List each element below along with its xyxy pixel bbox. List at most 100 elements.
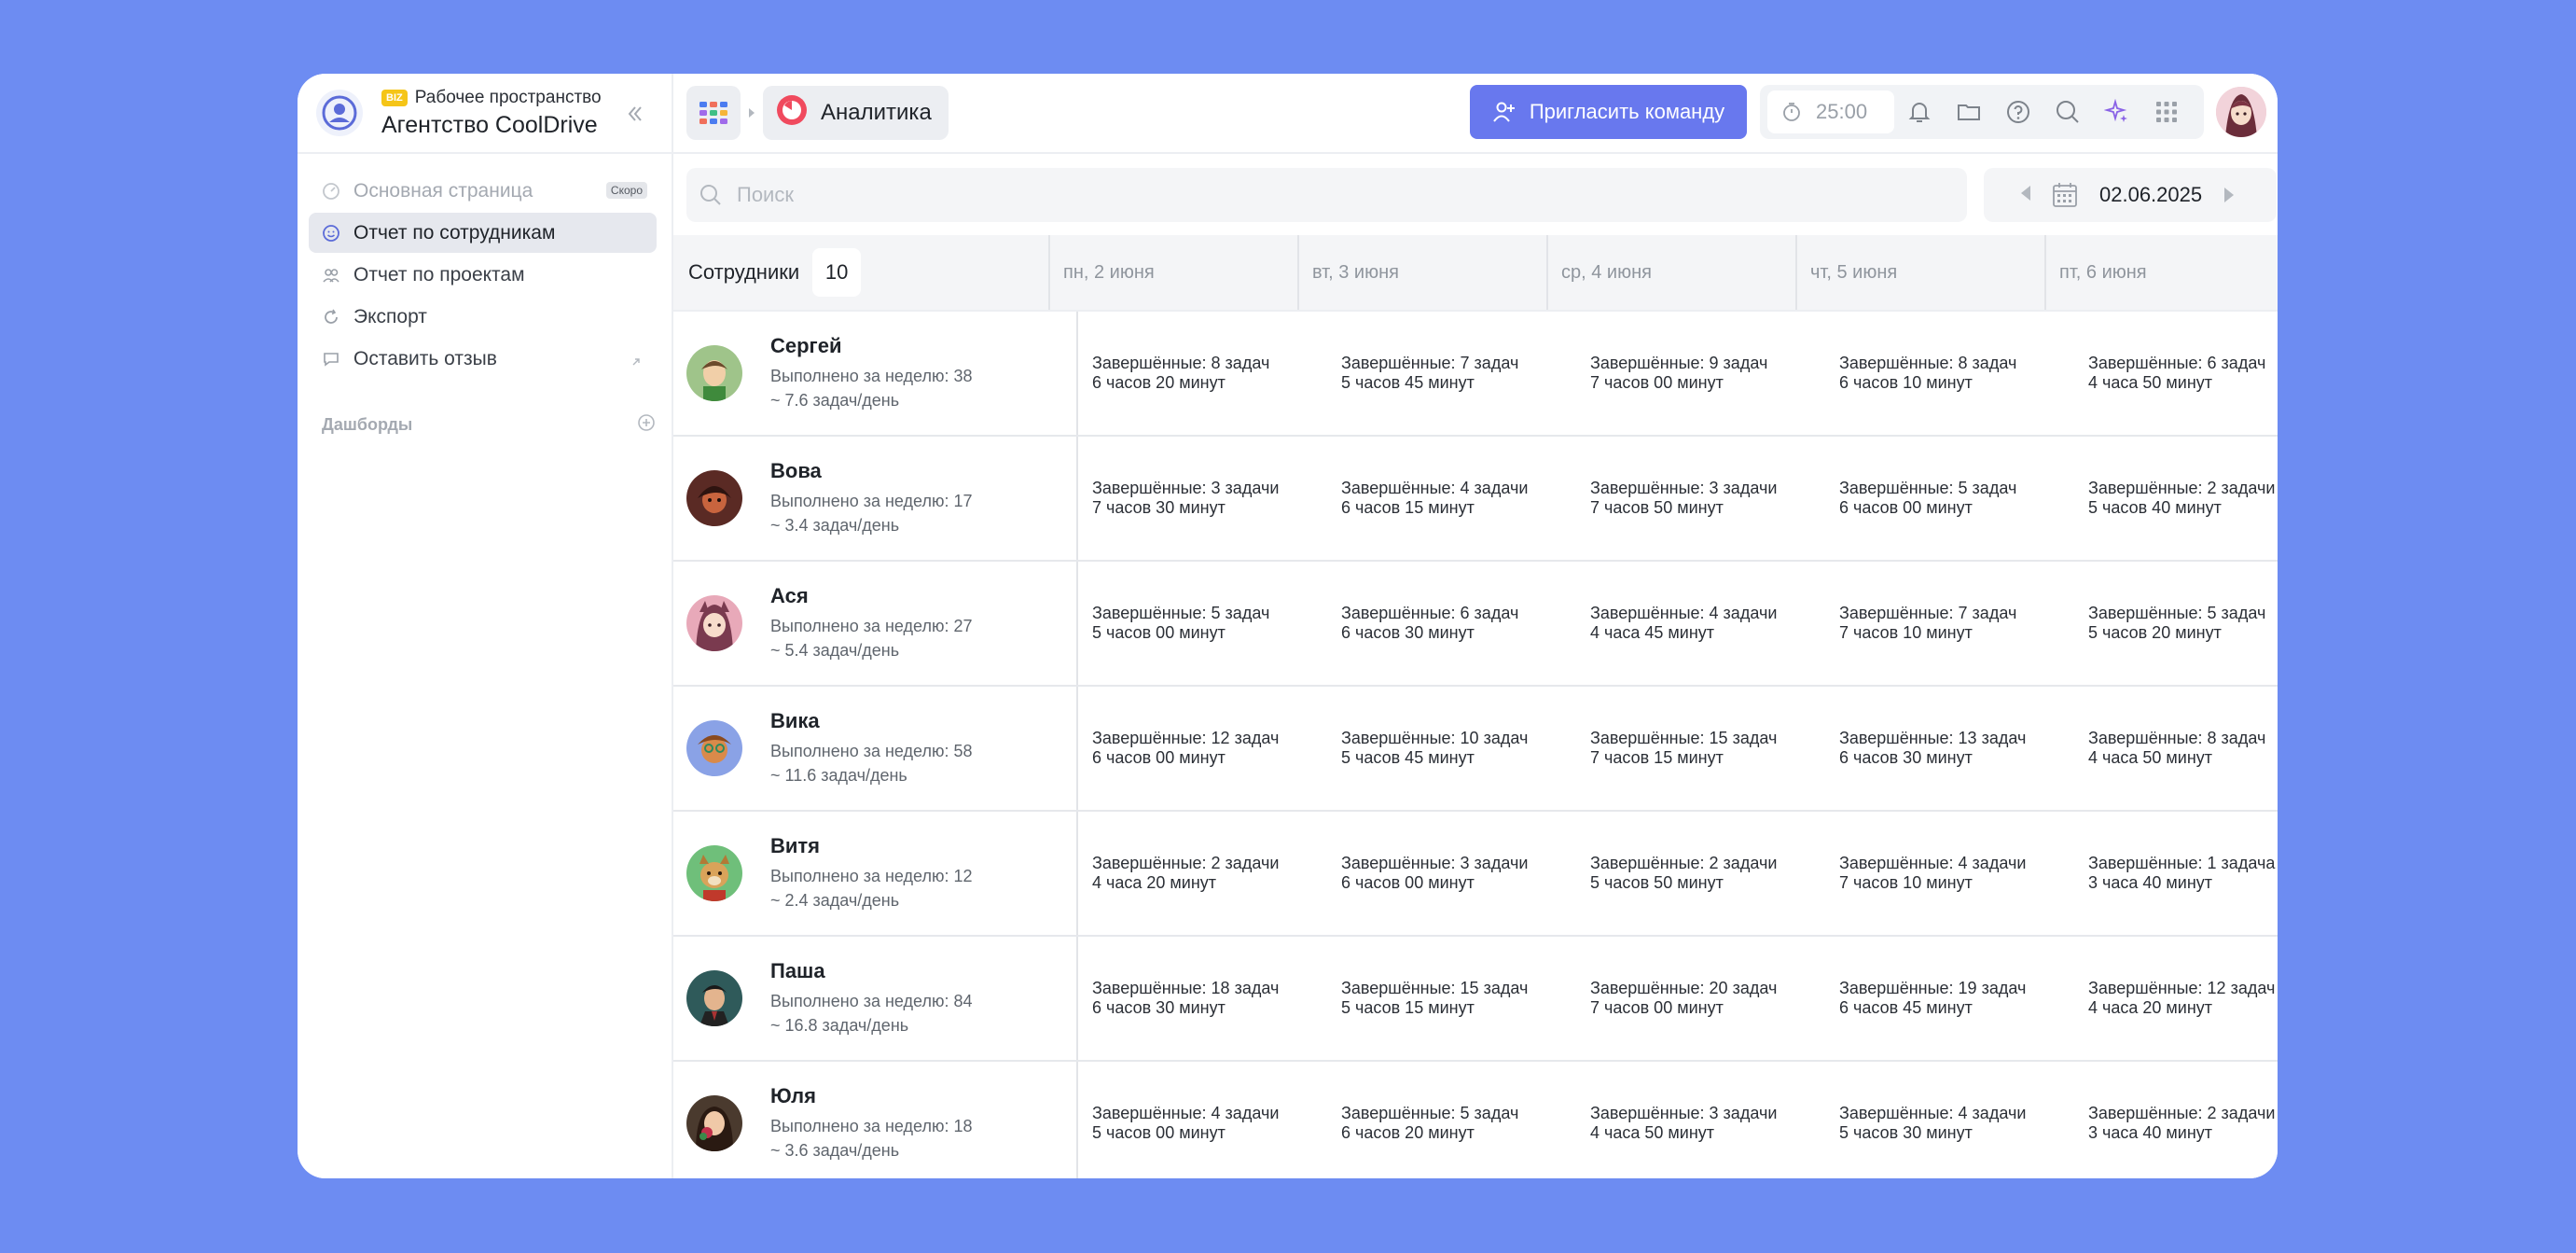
table-row[interactable]: Паша Выполнено за неделю: 84 ~ 16.8 зада…: [673, 937, 2278, 1062]
completed-tasks: Завершённые: 4 задачи: [1092, 1104, 1280, 1122]
time-spent: 6 часов 00 минут: [1341, 873, 1475, 892]
add-user-icon: [1492, 100, 1517, 124]
colored-grid-icon: [699, 102, 727, 124]
help-icon[interactable]: [1993, 93, 2043, 131]
previous-date-button[interactable]: [2019, 185, 2032, 206]
time-spent: 7 часов 50 минут: [1590, 498, 1724, 517]
time-spent: 7 часов 30 минут: [1092, 498, 1226, 517]
time-spent: 4 часа 20 минут: [1092, 873, 1217, 892]
calendar-icon[interactable]: [2051, 181, 2079, 209]
day-stats-cell: Завершённые: 20 задач 7 часов 00 минут: [1576, 937, 1825, 1060]
time-spent: 5 часов 00 минут: [1092, 1123, 1226, 1142]
workspace-switcher[interactable]: BIZ Рабочее пространство Агентство CoolD…: [298, 74, 672, 154]
breadcrumb-separator-icon: [741, 107, 763, 118]
sidebar-item-employee-report[interactable]: Отчет по сотрудникам: [309, 213, 657, 253]
day-stats-cell: Завершённые: 13 задач 6 часов 30 минут: [1825, 687, 2074, 810]
employee-weekly-total: Выполнено за неделю: 38: [770, 367, 973, 385]
day-stats-cell: Завершённые: 1 задача 3 часа 40 минут: [2074, 812, 2278, 935]
sidebar-item-label: Экспорт: [353, 305, 427, 327]
collapse-sidebar-button[interactable]: [623, 102, 647, 126]
table-row[interactable]: Вова Выполнено за неделю: 17 ~ 3.4 задач…: [673, 437, 2278, 562]
refresh-icon: [322, 308, 340, 327]
day-stats-cell: Завершённые: 9 задач 7 часов 00 минут: [1576, 312, 1825, 435]
day-stats-cell: Завершённые: 7 задач 7 часов 10 минут: [1825, 562, 2074, 685]
table-row[interactable]: Юля Выполнено за неделю: 18 ~ 3.6 задач/…: [673, 1062, 2278, 1178]
day-stats-cell: Завершённые: 15 задач 7 часов 15 минут: [1576, 687, 1825, 810]
date-picker: 02.06.2025: [1984, 168, 2277, 222]
sidebar-nav: Основная страница Скоро Отчет по сотрудн…: [298, 154, 672, 379]
completed-tasks: Завершённые: 15 задач: [1590, 729, 1778, 747]
time-spent: 6 часов 30 минут: [1341, 623, 1475, 642]
completed-tasks: Завершённые: 13 задач: [1839, 729, 2027, 747]
analytics-pie-icon: [776, 94, 808, 132]
selected-date[interactable]: 02.06.2025: [2099, 183, 2202, 207]
day-stats-cell: Завершённые: 5 задач 6 часов 00 минут: [1825, 437, 2074, 560]
sidebar-item-main-page[interactable]: Основная страница Скоро: [309, 171, 657, 211]
sparkles-ai-icon[interactable]: [2092, 93, 2141, 131]
table-row[interactable]: Витя Выполнено за неделю: 12 ~ 2.4 задач…: [673, 812, 2278, 937]
sidebar-item-label: Основная страница: [353, 179, 533, 202]
search-icon[interactable]: [2043, 93, 2092, 131]
apps-grid-button[interactable]: [686, 86, 741, 140]
time-spent: 4 часа 50 минут: [2088, 373, 2213, 392]
time-spent: 7 часов 00 минут: [1590, 998, 1724, 1017]
sidebar-item-feedback[interactable]: Оставить отзыв: [309, 339, 657, 379]
completed-tasks: Завершённые: 3 задачи: [1590, 479, 1778, 497]
employee-avatar: [686, 470, 742, 526]
completed-tasks: Завершённые: 8 задач: [2088, 729, 2266, 747]
day-stats-cell: Завершённые: 12 задач 6 часов 00 минут: [1078, 687, 1327, 810]
day-stats-cell: Завершённые: 7 задач 5 часов 45 минут: [1327, 312, 1576, 435]
day-stats-cell: Завершённые: 4 задачи 5 часов 00 минут: [1078, 1062, 1327, 1178]
completed-tasks: Завершённые: 10 задач: [1341, 729, 1529, 747]
day-stats-cell: Завершённые: 8 задач 6 часов 10 минут: [1825, 312, 2074, 435]
day-stats-cell: Завершённые: 4 задачи 5 часов 30 минут: [1825, 1062, 2074, 1178]
employee-cell: Вика Выполнено за неделю: 58 ~ 11.6 зада…: [673, 687, 1078, 810]
employee-daily-rate: ~ 2.4 задач/день: [770, 891, 900, 910]
table-row[interactable]: Ася Выполнено за неделю: 27 ~ 5.4 задач/…: [673, 562, 2278, 687]
employee-daily-rate: ~ 3.6 задач/день: [770, 1141, 900, 1160]
time-spent: 5 часов 50 минут: [1590, 873, 1724, 892]
completed-tasks: Завершённые: 5 задач: [1092, 604, 1270, 622]
completed-tasks: Завершённые: 4 задачи: [1839, 854, 2027, 872]
invite-team-button[interactable]: Пригласить команду: [1470, 85, 1747, 139]
completed-tasks: Завершённые: 20 задач: [1590, 979, 1778, 997]
pomodoro-timer[interactable]: 25:00: [1767, 90, 1894, 133]
completed-tasks: Завершённые: 18 задач: [1092, 979, 1280, 997]
sidebar-item-label: Отчет по сотрудникам: [353, 221, 556, 244]
time-spent: 6 часов 15 минут: [1341, 498, 1475, 517]
sidebar-item-export[interactable]: Экспорт: [309, 297, 657, 337]
completed-tasks: Завершённые: 7 задач: [1839, 604, 2017, 622]
completed-tasks: Завершённые: 4 задачи: [1590, 604, 1778, 622]
day-stats-cell: Завершённые: 3 задачи 7 часов 30 минут: [1078, 437, 1327, 560]
completed-tasks: Завершённые: 6 задач: [2088, 354, 2266, 372]
apps-dots-icon[interactable]: [2141, 93, 2191, 131]
sidebar-item-project-report[interactable]: Отчет по проектам: [309, 255, 657, 295]
day-stats-cell: Завершённые: 8 задач 6 часов 20 минут: [1078, 312, 1327, 435]
bell-icon[interactable]: [1894, 93, 1944, 131]
table-row[interactable]: Вика Выполнено за неделю: 58 ~ 11.6 зада…: [673, 687, 2278, 812]
time-spent: 6 часов 20 минут: [1092, 373, 1226, 392]
time-spent: 5 часов 45 минут: [1341, 748, 1475, 767]
search-input[interactable]: [737, 183, 1669, 207]
completed-tasks: Завершённые: 1 задача: [2088, 854, 2276, 872]
table-row[interactable]: Сергей Выполнено за неделю: 38 ~ 7.6 зад…: [673, 312, 2278, 437]
biz-badge: BIZ: [381, 89, 408, 106]
employee-cell: Сергей Выполнено за неделю: 38 ~ 7.6 зад…: [673, 312, 1078, 435]
workspace-logo-icon: [316, 90, 363, 136]
add-dashboard-icon[interactable]: [636, 412, 657, 438]
time-spent: 4 часа 20 минут: [2088, 998, 2213, 1017]
sidebar-item-label: Оставить отзыв: [353, 347, 497, 369]
time-spent: 6 часов 45 минут: [1839, 998, 1973, 1017]
completed-tasks: Завершённые: 2 задачи: [2088, 1104, 2276, 1122]
user-avatar[interactable]: [2216, 87, 2266, 137]
breadcrumb-label: Аналитика: [821, 100, 932, 125]
employee-name: Сергей: [770, 334, 842, 357]
next-date-button[interactable]: [2223, 187, 2236, 203]
completed-tasks: Завершённые: 2 задачи: [1590, 854, 1778, 872]
smile-icon: [322, 224, 340, 243]
employee-weekly-total: Выполнено за неделю: 84: [770, 992, 973, 1010]
search-bar[interactable]: [686, 168, 1967, 222]
folder-icon[interactable]: [1944, 93, 1993, 131]
employee-avatar: [686, 595, 742, 651]
breadcrumb-analytics[interactable]: Аналитика: [763, 86, 949, 140]
